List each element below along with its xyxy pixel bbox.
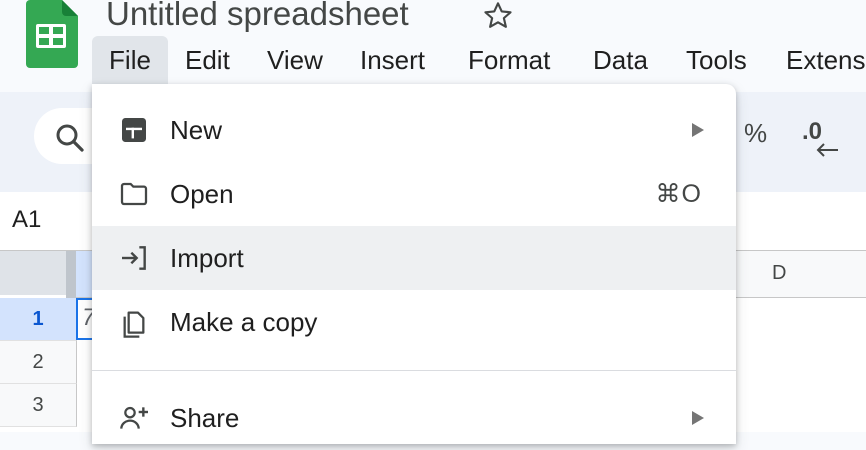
star-icon[interactable]: [482, 0, 514, 32]
menu-item-new[interactable]: New: [92, 98, 736, 162]
menu-insert[interactable]: Insert: [360, 36, 425, 84]
submenu-arrow-icon: [690, 409, 706, 427]
submenu-arrow-icon: [690, 121, 706, 139]
import-icon: [118, 242, 150, 274]
row-header-1[interactable]: 1: [0, 298, 77, 341]
menu-item-open[interactable]: Open ⌘O: [92, 162, 736, 226]
copy-icon: [118, 306, 150, 338]
row-header-2[interactable]: 2: [0, 341, 77, 384]
decrease-decimal-button[interactable]: .0: [800, 112, 844, 162]
menu-tools[interactable]: Tools: [686, 36, 747, 84]
menu-file[interactable]: File: [92, 36, 168, 84]
menu-item-open-label: Open: [170, 179, 234, 209]
menu-item-new-label: New: [170, 115, 223, 145]
select-all-corner[interactable]: [0, 251, 66, 295]
format-percent-button[interactable]: %: [744, 118, 767, 149]
row-header-3[interactable]: 3: [0, 384, 77, 427]
new-sheet-icon: [118, 114, 150, 146]
menu-view[interactable]: View: [267, 36, 323, 84]
menu-item-make-a-copy[interactable]: Make a copy: [92, 290, 736, 354]
menu-extensions[interactable]: Extens: [786, 36, 866, 84]
menu-format[interactable]: Format: [468, 36, 550, 84]
search-icon[interactable]: [52, 120, 88, 156]
frozen-columns-handle[interactable]: [66, 251, 76, 299]
share-person-icon: [118, 402, 150, 434]
menu-item-share[interactable]: Share: [92, 386, 736, 450]
menu-edit[interactable]: Edit: [185, 36, 230, 84]
column-header-d[interactable]: D: [772, 262, 786, 285]
name-box[interactable]: A1: [12, 206, 41, 234]
menu-data[interactable]: Data: [593, 36, 648, 84]
file-menu-dropdown: New Open ⌘O Import Make a copy Share: [92, 84, 736, 444]
menu-divider: [92, 370, 736, 371]
menu-item-import-label: Import: [170, 243, 244, 273]
arrow-left-icon: [816, 143, 838, 157]
menu-item-make-a-copy-label: Make a copy: [170, 307, 318, 337]
menu-item-import[interactable]: Import: [92, 226, 736, 290]
document-title[interactable]: Untitled spreadsheet: [106, 0, 409, 36]
folder-icon: [118, 178, 150, 210]
shortcut-open: ⌘O: [655, 180, 702, 208]
menu-item-share-label: Share: [170, 403, 240, 433]
google-sheets-logo[interactable]: [26, 0, 78, 68]
